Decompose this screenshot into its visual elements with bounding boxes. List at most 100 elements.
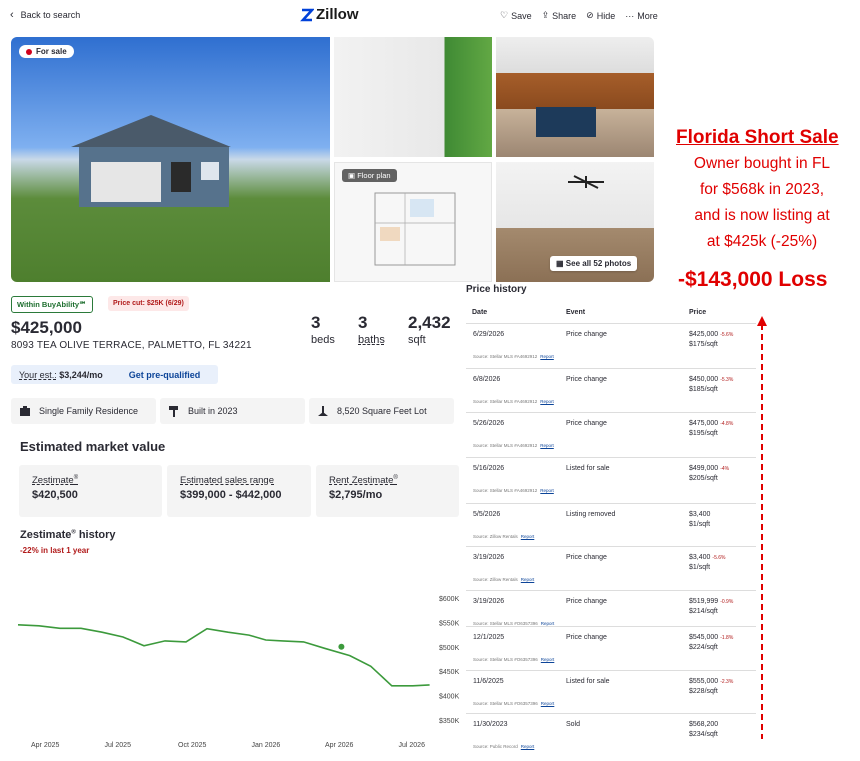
report-link[interactable]: Report (540, 354, 554, 359)
more-icon: ··· (625, 10, 635, 21)
sqft-stat: 2,432 sqft (408, 313, 451, 346)
estimated-payment-box: Your est.: $3,244/mo Get pre-qualified (11, 365, 218, 384)
row-date: 6/8/2026 (473, 376, 501, 383)
kitchen-photo[interactable] (496, 37, 654, 157)
floor-plan-tag[interactable]: ▣ Floor plan (342, 169, 397, 182)
y-tick-label: $550K (439, 620, 460, 627)
row-price-per-sqft: $205/sqft (689, 475, 718, 482)
row-event: Price change (566, 376, 607, 383)
row-price: $3,400 -5.6% (689, 554, 725, 561)
price-history-row: 5/5/2026 Listing removed $3,400 $1/sqft Sour… (466, 503, 756, 547)
current-point-marker[interactable] (338, 643, 345, 650)
report-link[interactable]: Report (521, 577, 535, 582)
row-source: Source: Stellar MLS #A4692912 Report (473, 354, 554, 359)
house-illustration (71, 115, 231, 207)
x-tick-label: Apr 2025 (31, 742, 60, 749)
x-tick-label: Jul 2025 (105, 742, 132, 749)
hide-button[interactable]: ⊘ Hide (586, 10, 615, 21)
row-price-value: $3,400 (689, 554, 711, 561)
lot-icon (318, 406, 328, 416)
back-label: Back to search (20, 10, 81, 20)
zestimate-history-title: Zestimate® history (20, 529, 116, 541)
row-date: 5/26/2026 (473, 420, 505, 427)
share-icon: ⇪ (541, 10, 550, 20)
main-photo[interactable] (11, 37, 330, 282)
estimated-market-value-title: Estimated market value (20, 439, 166, 454)
row-price-per-sqft: $228/sqft (689, 688, 718, 695)
row-date: 11/30/2023 (473, 721, 508, 728)
chevron-left-icon: ‹ (10, 9, 14, 21)
row-price-change: -0.9% (720, 599, 734, 605)
row-source: Source: Stellar MLS #A4692912 Report (473, 399, 554, 404)
get-prequalified-link[interactable]: Get pre-qualified (129, 370, 201, 380)
see-all-photos-button[interactable]: ▦ See all 52 photos (550, 256, 638, 271)
row-price-value: $519,999 (689, 598, 719, 605)
save-button[interactable]: ♡ Save (500, 10, 532, 21)
row-event: Price change (566, 554, 607, 561)
hammer-icon (169, 406, 178, 417)
your-est[interactable]: Your est.: $3,244/mo (19, 370, 103, 380)
back-to-search-link[interactable]: ‹ Back to search (10, 9, 80, 21)
row-price: $555,000 -2.3% (689, 678, 733, 685)
report-link[interactable]: Report (540, 443, 554, 448)
sales-range-card[interactable]: Estimated sales range $399,000 - $442,00… (167, 465, 311, 517)
row-event: Listing removed (566, 511, 616, 518)
report-link[interactable]: Report (541, 657, 555, 662)
row-price-per-sqft: $185/sqft (689, 386, 718, 393)
top-actions: ♡ Save ⇪ Share ⊘ Hide ··· More (500, 10, 658, 21)
hide-icon: ⊘ (586, 10, 594, 20)
status-dot-icon (26, 48, 32, 55)
beds-stat: 3 beds (311, 313, 335, 346)
up-arrow-annotation (757, 316, 767, 739)
x-tick-label: Jul 2026 (399, 742, 426, 749)
row-source: Source: Zillow Rentals Report (473, 534, 535, 539)
annotation-loss: -$143,000 Loss (678, 268, 828, 291)
row-source: Source: Public Record Report (473, 744, 535, 749)
x-tick-label: Apr 2026 (325, 742, 354, 749)
price-history-row: 11/6/2025 Listed for sale $555,000 -2.3% $22… (466, 670, 756, 714)
zestimate-history-chart[interactable]: $600K $550K $500K $450K $400K $350K Apr 2025 Ju… (11, 585, 463, 755)
row-date: 5/5/2026 (473, 511, 501, 518)
row-source: Source: Stellar MLS #A4692912 Report (473, 488, 554, 493)
price-history-title: Price history (466, 284, 527, 295)
zillow-logo[interactable]: Zillow (300, 6, 359, 23)
row-price-per-sqft: $234/sqft (689, 731, 718, 738)
price-history-row: 11/30/2023 Sold $568,200 $234/sqft Source: P… (466, 713, 756, 757)
share-button[interactable]: ⇪ Share (542, 10, 577, 21)
patio-photo[interactable] (334, 37, 492, 157)
home-type-icon (20, 406, 30, 416)
more-button[interactable]: ··· More (625, 10, 658, 21)
row-price-per-sqft: $175/sqft (689, 341, 718, 348)
row-price-change: -1.8% (720, 635, 734, 641)
x-tick-label: Oct 2025 (178, 742, 207, 749)
row-price-change: -5.6% (712, 555, 726, 561)
row-event: Price change (566, 420, 607, 427)
report-link[interactable]: Report (540, 488, 554, 493)
grid-icon: ▦ (556, 259, 564, 268)
rent-zestimate-card[interactable]: Rent Zestimate® $2,795/mo (316, 465, 459, 517)
listing-address: 8093 TEA OLIVE TERRACE, PALMETTO, FL 342… (11, 340, 252, 351)
report-link[interactable]: Report (521, 534, 535, 539)
annotation-line-4: at $425k (-25%) (706, 233, 818, 250)
row-price-value: $499,000 (689, 465, 719, 472)
fact-lot-size: 8,520 Square Feet Lot (309, 398, 454, 424)
baths-stat[interactable]: 3 baths (358, 313, 385, 346)
column-event: Event (566, 309, 586, 316)
row-price-per-sqft: $224/sqft (689, 644, 718, 651)
zestimate-card[interactable]: Zestimate® $420,500 (19, 465, 162, 517)
price-cut-badge: Price cut: $25K (6/29) (108, 296, 189, 311)
report-link[interactable]: Report (541, 701, 555, 706)
buyability-badge[interactable]: Within BuyAbility℠ (11, 296, 93, 313)
row-price-per-sqft: $1/sqft (689, 564, 711, 571)
row-event: Price change (566, 634, 607, 641)
row-price-change: -2.3% (720, 679, 734, 685)
report-link[interactable]: Report (521, 744, 535, 749)
for-sale-badge: For sale (19, 45, 74, 58)
row-price: $519,999 -0.9% (689, 598, 733, 605)
ceiling-fan-icon (568, 175, 604, 189)
row-source: Source: Stellar MLS #A4692912 Report (473, 443, 554, 448)
report-link[interactable]: Report (540, 399, 554, 404)
row-date: 12/1/2025 (473, 634, 505, 641)
row-price-value: $450,000 (689, 376, 719, 383)
price-history-row: 6/29/2026 Price change $425,000 -5.6% $175/s… (466, 323, 756, 367)
